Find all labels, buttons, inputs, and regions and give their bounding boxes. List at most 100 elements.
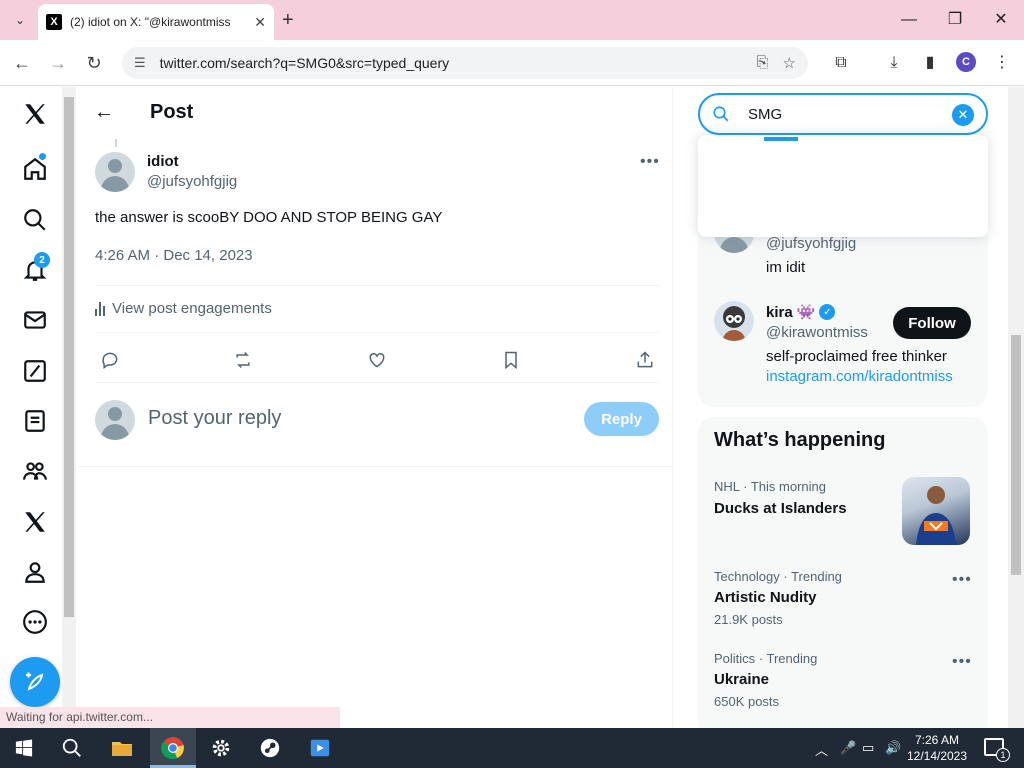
new-tab-button[interactable]: +: [282, 8, 294, 32]
install-app-icon[interactable]: ⎘: [757, 54, 769, 72]
trend-count: 650K posts: [714, 694, 780, 709]
microphone-icon[interactable]: 🎤: [840, 740, 856, 756]
tab-close-icon[interactable]: ✕: [254, 14, 266, 31]
reload-button[interactable]: ↻: [82, 51, 106, 75]
browser-tab[interactable]: X (2) idiot on X: "@kirawontmiss ✕: [38, 4, 274, 40]
divider: [95, 285, 659, 286]
minimize-button[interactable]: —: [886, 8, 932, 32]
tweet-author-handle[interactable]: @jufsyohfgjig: [147, 173, 237, 190]
search-suggestions-dropdown: [698, 135, 988, 237]
scrollbar-thumb[interactable]: [64, 97, 74, 617]
kira-avatar[interactable]: [714, 301, 754, 341]
profile-avatar[interactable]: C: [956, 52, 976, 72]
site-info-icon[interactable]: ☰: [134, 55, 146, 71]
messages-icon[interactable]: [20, 305, 50, 335]
downloads-icon[interactable]: ⤓: [883, 52, 905, 74]
post-header: ← Post: [78, 87, 673, 139]
trend-meta: Technology · Trending: [714, 569, 842, 584]
tab-search-button[interactable]: ⌄: [8, 8, 32, 32]
user-bio: self-proclaimed free thinker: [766, 348, 947, 365]
clear-search-icon[interactable]: ✕: [952, 104, 974, 126]
user-bio-link[interactable]: instagram.com/kiradontmiss: [766, 368, 953, 385]
alien-emoji: 👾: [796, 304, 816, 321]
right-sidebar: @jufsyohfgjig im idit kira 👾 ✓ @kirawont…: [698, 87, 990, 728]
steam-icon[interactable]: [256, 734, 284, 762]
share-icon[interactable]: [633, 348, 657, 372]
user-name[interactable]: kira 👾 ✓: [766, 303, 836, 321]
status-bar: Waiting for api.twitter.com...: [0, 707, 340, 728]
trend-more-icon[interactable]: •••: [952, 653, 972, 671]
engagements-label: View post engagements: [112, 300, 272, 317]
chrome-icon[interactable]: [159, 734, 187, 762]
trend-name[interactable]: Ducks at Islanders: [714, 500, 847, 517]
system-clock[interactable]: 7:26 AM 12/14/2023: [902, 732, 972, 764]
tweet-timestamp[interactable]: 4:26 AM · Dec 14, 2023: [95, 247, 253, 264]
x-favicon-icon: X: [46, 14, 62, 30]
menu-icon[interactable]: ⋮: [991, 52, 1013, 74]
feather-plus-icon: [26, 672, 44, 691]
media-app-icon[interactable]: [306, 734, 334, 762]
reply-icon[interactable]: [98, 348, 122, 372]
trend-meta: NHL · This morning: [714, 479, 826, 494]
follow-button[interactable]: Follow: [893, 307, 971, 339]
verified-badge-icon: ✓: [819, 304, 836, 320]
reply-button[interactable]: Reply: [584, 402, 659, 436]
trend-count: 21.9K posts: [714, 612, 783, 627]
back-button[interactable]: ←: [10, 51, 34, 75]
volume-icon[interactable]: 🔊: [885, 740, 901, 756]
tweet-author-name[interactable]: idiot: [147, 153, 179, 170]
address-bar[interactable]: ☰ twitter.com/search?q=SMG0&src=typed_qu…: [122, 47, 808, 79]
side-panel-icon[interactable]: ▮: [919, 52, 941, 74]
tray-overflow-icon[interactable]: ︿: [815, 740, 828, 759]
more-icon[interactable]: [20, 607, 50, 637]
lists-icon[interactable]: [20, 406, 50, 436]
home-icon[interactable]: [20, 154, 50, 184]
view-engagements-link[interactable]: View post engagements: [95, 300, 272, 317]
trend-thumbnail[interactable]: [902, 477, 970, 545]
more-options-icon[interactable]: •••: [640, 153, 660, 171]
left-navigation: 2: [0, 87, 62, 728]
windows-taskbar: ︿ 🎤 ▭ 🔊 7:26 AM 12/14/2023 1: [0, 728, 1024, 768]
explore-icon[interactable]: [20, 205, 50, 235]
extensions-icon[interactable]: ⧉: [830, 52, 852, 74]
thread-line: [115, 139, 117, 147]
windows-start-icon[interactable]: [10, 734, 38, 762]
search-icon[interactable]: [58, 734, 86, 762]
right-scrollbar[interactable]: [1008, 87, 1024, 728]
bookmark-icon[interactable]: [499, 348, 523, 372]
tweet-author-avatar[interactable]: [95, 152, 135, 192]
search-input[interactable]: SMG ✕: [698, 93, 988, 135]
bookmark-star-icon[interactable]: ☆: [783, 54, 796, 72]
tweet-text: the answer is scooBY DOO AND STOP BEING …: [95, 209, 443, 226]
trend-name[interactable]: Artistic Nudity: [714, 589, 817, 606]
forward-button[interactable]: →: [46, 51, 70, 75]
communities-icon[interactable]: [20, 456, 50, 486]
profile-icon[interactable]: [20, 557, 50, 587]
search-icon: [712, 104, 732, 124]
trend-name[interactable]: Ukraine: [714, 671, 769, 688]
network-icon[interactable]: ▭: [862, 740, 874, 756]
grok-icon[interactable]: [20, 356, 50, 386]
clock-date: 12/14/2023: [906, 749, 968, 763]
browser-tab-strip: ⌄ X (2) idiot on X: "@kirawontmiss ✕ + —…: [0, 0, 1024, 40]
settings-gear-icon[interactable]: [207, 734, 235, 762]
analytics-icon: [95, 301, 105, 316]
maximize-button[interactable]: ❐: [932, 8, 978, 32]
repost-icon[interactable]: [231, 348, 255, 372]
reply-input[interactable]: Post your reply: [148, 407, 281, 430]
compose-post-button[interactable]: [10, 657, 60, 707]
post-column: ← Post idiot @jufsyohfgjig ••• the answe…: [78, 87, 673, 728]
like-icon[interactable]: [365, 348, 389, 372]
user-handle[interactable]: @jufsyohfgjig: [766, 235, 856, 252]
home-unread-dot: [39, 153, 46, 160]
back-arrow-icon[interactable]: ←: [94, 101, 114, 124]
close-window-button[interactable]: ✕: [978, 8, 1024, 32]
left-scrollbar[interactable]: [62, 87, 76, 728]
user-handle[interactable]: @kirawontmiss: [766, 324, 868, 341]
scrollbar-thumb[interactable]: [1011, 335, 1021, 575]
trend-more-icon[interactable]: •••: [952, 571, 972, 589]
x-logo-icon[interactable]: [20, 99, 50, 129]
file-explorer-icon[interactable]: [108, 734, 136, 762]
url-text: twitter.com/search?q=SMG0&src=typed_quer…: [159, 55, 450, 71]
premium-icon[interactable]: [20, 507, 50, 537]
